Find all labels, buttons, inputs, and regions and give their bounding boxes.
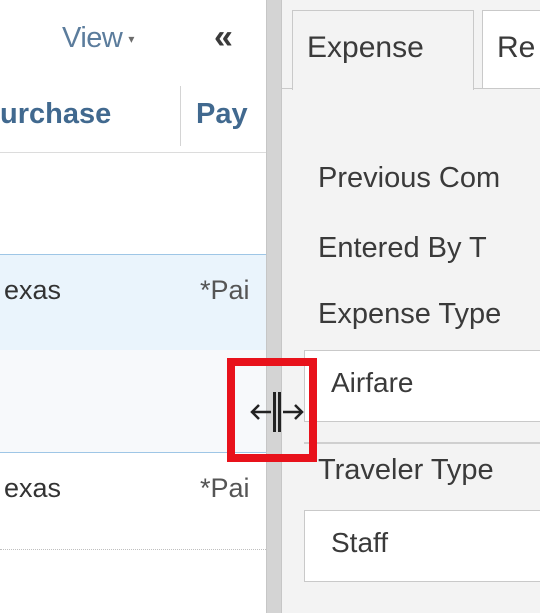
view-menu-label: View — [62, 22, 123, 54]
expense-list-pane: View ▾ « urchase Pay exas *Pai exas *Pai — [0, 0, 266, 613]
column-header-purchase[interactable]: urchase — [0, 98, 111, 131]
view-menu-button[interactable]: View ▾ — [62, 22, 134, 55]
pane-splitter[interactable] — [266, 0, 282, 613]
traveler-type-select[interactable]: Staff — [304, 510, 540, 582]
collapse-pane-button[interactable]: « — [214, 18, 233, 57]
table-cell-payment: *Pai — [200, 275, 250, 305]
section-divider — [304, 442, 540, 444]
table-row[interactable]: exas *Pai — [0, 452, 266, 550]
tab-label: Re — [497, 31, 536, 64]
traveler-type-label: Traveler Type — [318, 454, 494, 486]
expense-type-label: Expense Type — [318, 298, 502, 330]
double-chevron-left-icon: « — [214, 18, 233, 56]
tab-bar: Expense Re — [282, 0, 540, 90]
tab-expense[interactable]: Expense — [292, 10, 474, 90]
tab-label: Expense — [307, 31, 424, 64]
column-header-payment[interactable]: Pay — [196, 98, 248, 131]
column-divider[interactable] — [180, 86, 181, 146]
table-cell-location: exas — [4, 473, 62, 503]
caret-down-icon: ▾ — [128, 32, 134, 47]
tab-receipts[interactable]: Re — [482, 10, 540, 88]
highlight-annotation-box — [227, 358, 317, 462]
expense-detail-pane: Expense Re Previous Com Entered By T Exp… — [282, 0, 540, 613]
expense-report-window: View ▾ « urchase Pay exas *Pai exas *Pai … — [0, 0, 540, 613]
table-row[interactable]: exas *Pai — [0, 254, 266, 351]
table-cell-location: exas — [4, 275, 62, 305]
expense-type-value: Airfare — [331, 367, 414, 398]
traveler-type-value: Staff — [331, 527, 389, 558]
entered-by-label: Entered By T — [318, 232, 487, 264]
column-header-row: urchase Pay — [0, 86, 266, 153]
expense-type-select[interactable]: Airfare — [304, 350, 540, 422]
table-cell-payment: *Pai — [200, 473, 250, 503]
previous-comments-label: Previous Com — [318, 162, 501, 194]
